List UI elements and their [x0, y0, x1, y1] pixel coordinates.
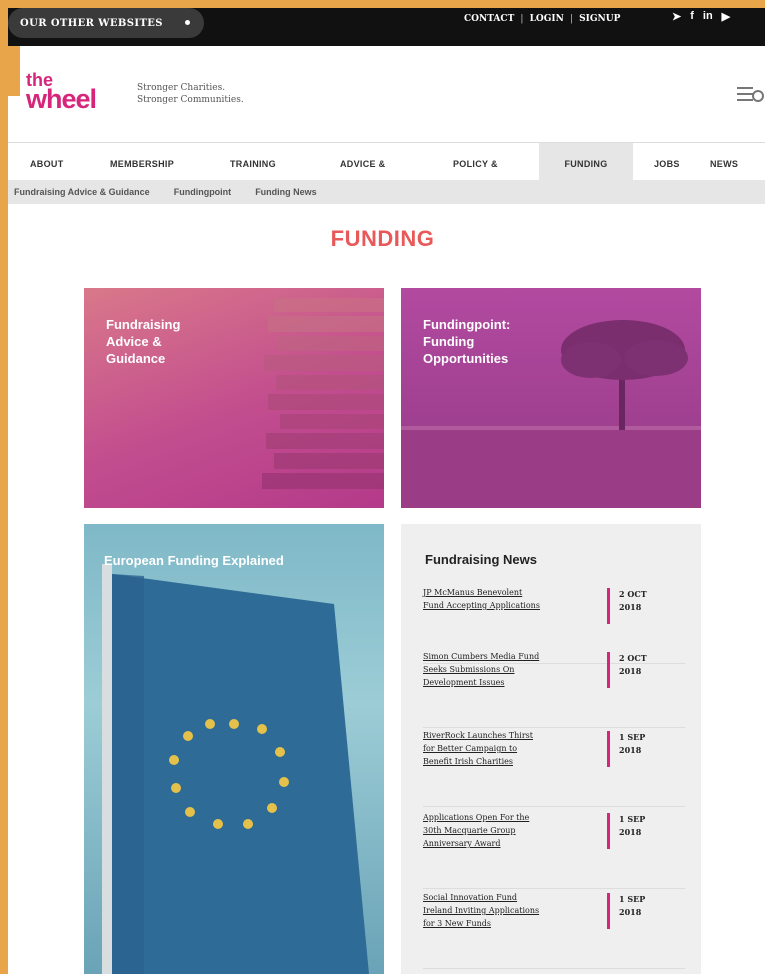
news-divider [607, 893, 610, 929]
tile-european-funding[interactable]: European Funding Explained [84, 524, 384, 974]
news-date-year: 2018 [619, 666, 642, 676]
news-date-day: 1 SEP [619, 732, 646, 742]
news-link[interactable]: Simon Cumbers Media Fund Seeks Submissio… [423, 650, 591, 689]
news-item: RiverRock Launches Thirst for Better Cam… [423, 729, 685, 807]
tile-title: Fundraising Advice & Guidance [106, 316, 180, 367]
news-title: Fundraising News [425, 552, 537, 567]
news-date: 1 SEP 2018 [619, 731, 679, 757]
main-nav: ABOUT MEMBERSHIP TRAINING ADVICE & POLIC… [8, 142, 765, 181]
books-illustration [262, 298, 384, 489]
news-date: 1 SEP 2018 [619, 893, 679, 919]
page-title: FUNDING [330, 226, 435, 251]
tile-title-line: Guidance [106, 351, 166, 366]
other-websites-button[interactable]: OUR OTHER WEBSITES [8, 8, 204, 38]
signup-link[interactable]: SIGNUP [579, 14, 620, 24]
news-link-line: RiverRock Launches Thirst [423, 731, 533, 740]
news-link-line: Ireland Inviting Applications [423, 906, 540, 915]
news-link[interactable]: Social Innovation Fund Ireland Inviting … [423, 891, 591, 930]
subnav-funding-news[interactable]: Funding News [255, 187, 317, 197]
nav-advice[interactable]: ADVICE & [340, 159, 385, 169]
tile-title-line: Fundraising [106, 317, 181, 332]
nav-funding[interactable]: FUNDING [539, 143, 633, 181]
youtube-icon[interactable]: ▶ [722, 10, 730, 23]
news-divider [607, 731, 610, 767]
tile-title: European Funding Explained [104, 553, 284, 568]
news-link-line: Seeks Submissions On [423, 665, 515, 674]
news-item: Simon Cumbers Media Fund Seeks Submissio… [423, 650, 685, 728]
dropdown-dot-icon [185, 20, 190, 25]
news-link-line: Simon Cumbers Media Fund [423, 652, 540, 661]
window-frame-tab [8, 46, 20, 96]
news-divider [607, 652, 610, 688]
menu-icon[interactable] [737, 84, 765, 108]
eu-flag-illustration [102, 564, 369, 974]
nav-membership[interactable]: MEMBERSHIP [110, 159, 174, 169]
page: OUR OTHER WEBSITES CONTACT | LOGIN | SIG… [0, 0, 765, 974]
news-link-line: Applications Open For the [423, 813, 530, 822]
news-link-line: Social Innovation Fund [423, 893, 518, 902]
divider: | [520, 14, 524, 24]
news-date-year: 2018 [619, 907, 642, 917]
news-date-day: 2 OCT [619, 589, 647, 599]
twitter-icon[interactable]: ➤ [672, 10, 681, 23]
contact-link[interactable]: CONTACT [464, 14, 514, 24]
tile-title-line: Advice & [106, 334, 162, 349]
news-link-line: Fund Accepting Applications [423, 601, 540, 610]
news-date-day: 2 OCT [619, 653, 647, 663]
tile-fundingpoint[interactable]: Fundingpoint: Funding Opportunities [401, 288, 701, 508]
news-date-year: 2018 [619, 602, 642, 612]
news-link[interactable]: Applications Open For the 30th Macquarie… [423, 811, 591, 850]
news-date-day: 1 SEP [619, 814, 646, 824]
news-date: 2 OCT 2018 [619, 588, 679, 614]
news-date: 2 OCT 2018 [619, 652, 679, 678]
divider: | [569, 14, 574, 24]
news-date-year: 2018 [619, 745, 642, 755]
subnav-fundraising-advice[interactable]: Fundraising Advice & Guidance [14, 187, 150, 197]
news-divider [607, 588, 610, 624]
subnav-fundingpoint[interactable]: Fundingpoint [174, 187, 231, 197]
news-link-line: Anniversary Award [423, 839, 501, 848]
nav-jobs[interactable]: JOBS [654, 159, 680, 169]
nav-about[interactable]: ABOUT [30, 159, 64, 169]
tagline-line: Stronger Charities. [137, 83, 226, 93]
news-link-line: for Better Campaign to [423, 744, 518, 753]
news-date: 1 SEP 2018 [619, 813, 679, 839]
tile-title-line: Opportunities [423, 351, 509, 366]
news-date-year: 2018 [619, 827, 642, 837]
news-date-day: 1 SEP [619, 894, 646, 904]
news-link-line: for 3 New Funds [423, 919, 491, 928]
news-link-line: Benefit Irish Charities [423, 757, 513, 766]
linkedin-icon[interactable]: in [703, 10, 713, 23]
news-link-line: Development Issues [423, 678, 505, 687]
news-link[interactable]: JP McManus Benevolent Fund Accepting App… [423, 586, 591, 612]
tagline: Stronger Charities. Stronger Communities… [137, 82, 244, 106]
other-websites-label: OUR OTHER WEBSITES [20, 17, 163, 29]
news-link-line: 30th Macquarie Group [423, 826, 516, 835]
tile-title-line: Funding [423, 334, 475, 349]
nav-news[interactable]: NEWS [710, 159, 738, 169]
news-item: Applications Open For the 30th Macquarie… [423, 811, 685, 889]
tile-title: Fundingpoint: Funding Opportunities [423, 316, 510, 367]
facebook-icon[interactable]: f [690, 10, 694, 23]
sub-nav: Fundraising Advice & Guidance Fundingpoi… [8, 180, 765, 204]
news-item: Social Innovation Fund Ireland Inviting … [423, 891, 685, 969]
tagline-line: Stronger Communities. [137, 95, 244, 105]
login-link[interactable]: LOGIN [530, 14, 564, 24]
window-frame-top [0, 0, 765, 8]
top-links: CONTACT | LOGIN | SIGNUP [464, 10, 620, 28]
news-panel: Fundraising News JP McManus Benevolent F… [401, 524, 701, 974]
social-links: ➤ f in ▶ [672, 10, 730, 23]
news-link-line: JP McManus Benevolent [423, 588, 523, 597]
site-logo[interactable]: the wheel [26, 70, 126, 124]
news-divider [607, 813, 610, 849]
window-frame-left [0, 0, 8, 974]
nav-policy[interactable]: POLICY & [453, 159, 498, 169]
logo-wheel: wheel [26, 84, 97, 114]
tile-title-line: Fundingpoint: [423, 317, 511, 332]
news-link[interactable]: RiverRock Launches Thirst for Better Cam… [423, 729, 591, 768]
nav-training[interactable]: TRAINING [230, 159, 276, 169]
tile-fundraising-advice[interactable]: Fundraising Advice & Guidance [84, 288, 384, 508]
